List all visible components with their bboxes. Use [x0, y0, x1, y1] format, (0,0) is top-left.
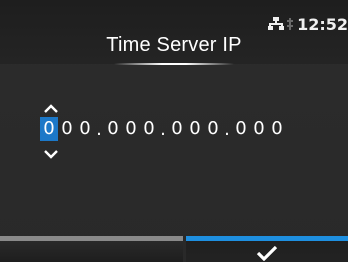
ip-digit[interactable]: 0 [204, 117, 222, 141]
signal-icon [287, 17, 294, 31]
ip-address-editor[interactable]: 0 0 0 . 0 0 0 . 0 0 0 . 0 0 0 [40, 117, 286, 141]
ip-digit[interactable]: 0 [250, 117, 268, 141]
ip-digit[interactable]: 0 [186, 117, 204, 141]
ip-digit[interactable]: 0 [76, 117, 94, 141]
ip-digit[interactable]: 0 [122, 117, 140, 141]
ip-digit[interactable]: 0 [140, 117, 158, 141]
ip-separator: . [224, 118, 230, 140]
status-bar: 12:52 [268, 14, 348, 34]
ip-separator: . [96, 118, 102, 140]
title-underline [114, 63, 234, 65]
ip-separator: . [160, 118, 166, 140]
page-title: Time Server IP [106, 34, 242, 56]
confirm-button-bar [186, 236, 348, 241]
back-button-bar [0, 236, 183, 241]
screen: 12:52 Time Server IP 0 0 0 . 0 0 0 . 0 0… [0, 0, 348, 262]
ip-digit[interactable]: 0 [58, 117, 76, 141]
checkmark-icon [256, 245, 278, 261]
clock-time: 12:52 [297, 14, 348, 34]
arrow-up-icon[interactable] [44, 99, 58, 113]
ip-digit[interactable]: 0 [268, 117, 286, 141]
ip-digit[interactable]: 0 [232, 117, 250, 141]
arrow-down-icon[interactable] [44, 144, 58, 159]
network-icon [268, 17, 285, 31]
ip-digit[interactable]: 0 [104, 117, 122, 141]
ip-digit[interactable]: 0 [40, 117, 58, 141]
back-button[interactable] [0, 236, 183, 262]
header: 12:52 Time Server IP [0, 0, 348, 65]
ip-digit[interactable]: 0 [168, 117, 186, 141]
confirm-button[interactable] [186, 236, 348, 262]
